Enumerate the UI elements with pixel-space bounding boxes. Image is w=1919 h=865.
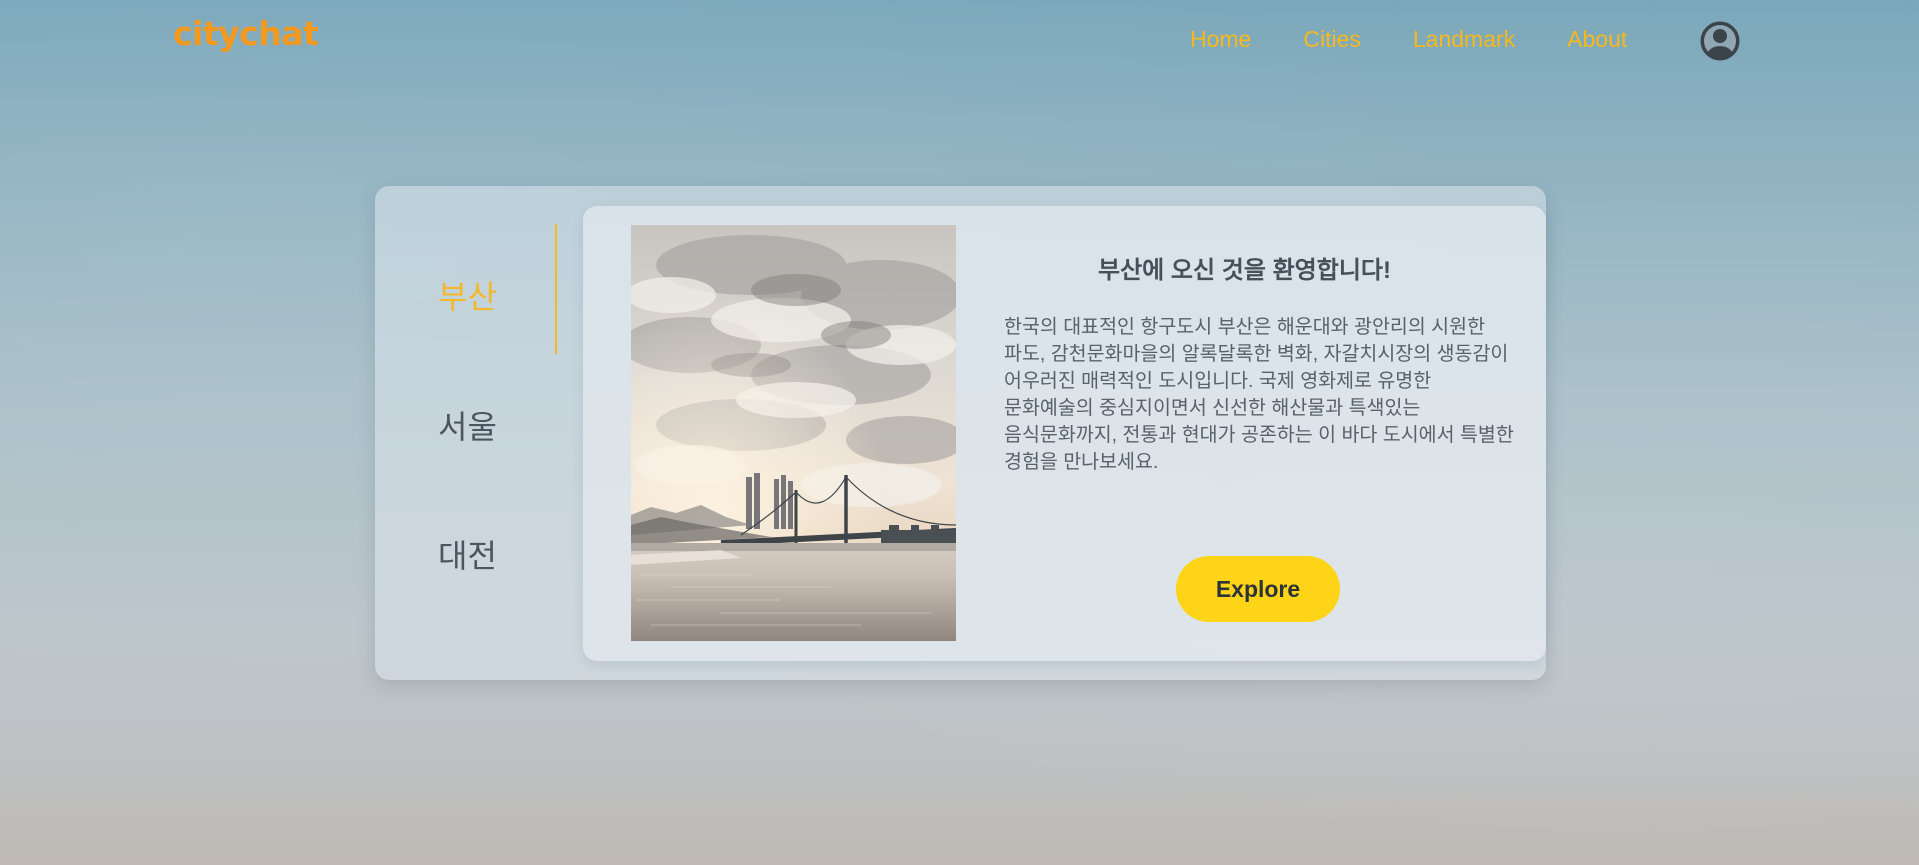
city-tab-seoul[interactable]: 서울 (438, 402, 497, 448)
nav-cities[interactable]: Cities (1303, 25, 1361, 53)
city-photo (631, 225, 956, 641)
nav-about[interactable]: About (1567, 25, 1627, 53)
user-profile-icon[interactable] (1700, 21, 1740, 61)
city-tab-busan[interactable]: 부산 (438, 272, 497, 318)
logo[interactable]: citychat (173, 14, 319, 53)
city-content-panel: 부산에 오신 것을 환영합니다! 한국의 대표적인 항구도시 부산은 해운대와 … (583, 206, 1546, 661)
explore-button[interactable]: Explore (1176, 556, 1340, 622)
city-tab-list: 부산 서울 대전 (375, 186, 557, 680)
nav-landmark[interactable]: Landmark (1413, 25, 1515, 53)
top-nav: Home Cities Landmark About (1190, 25, 1627, 53)
active-tab-indicator (555, 224, 557, 354)
city-description: 한국의 대표적인 항구도시 부산은 해운대와 광안리의 시원한 파도, 감천문화… (1004, 316, 1514, 473)
city-card: 부산 서울 대전 부산에 오신 것을 환영합니다! 한국의 대표적인 항구도시 … (375, 186, 1546, 680)
nav-home[interactable]: Home (1190, 25, 1251, 53)
welcome-title: 부산에 오신 것을 환영합니다! (1098, 257, 1391, 284)
city-tab-daejeon[interactable]: 대전 (438, 531, 497, 577)
